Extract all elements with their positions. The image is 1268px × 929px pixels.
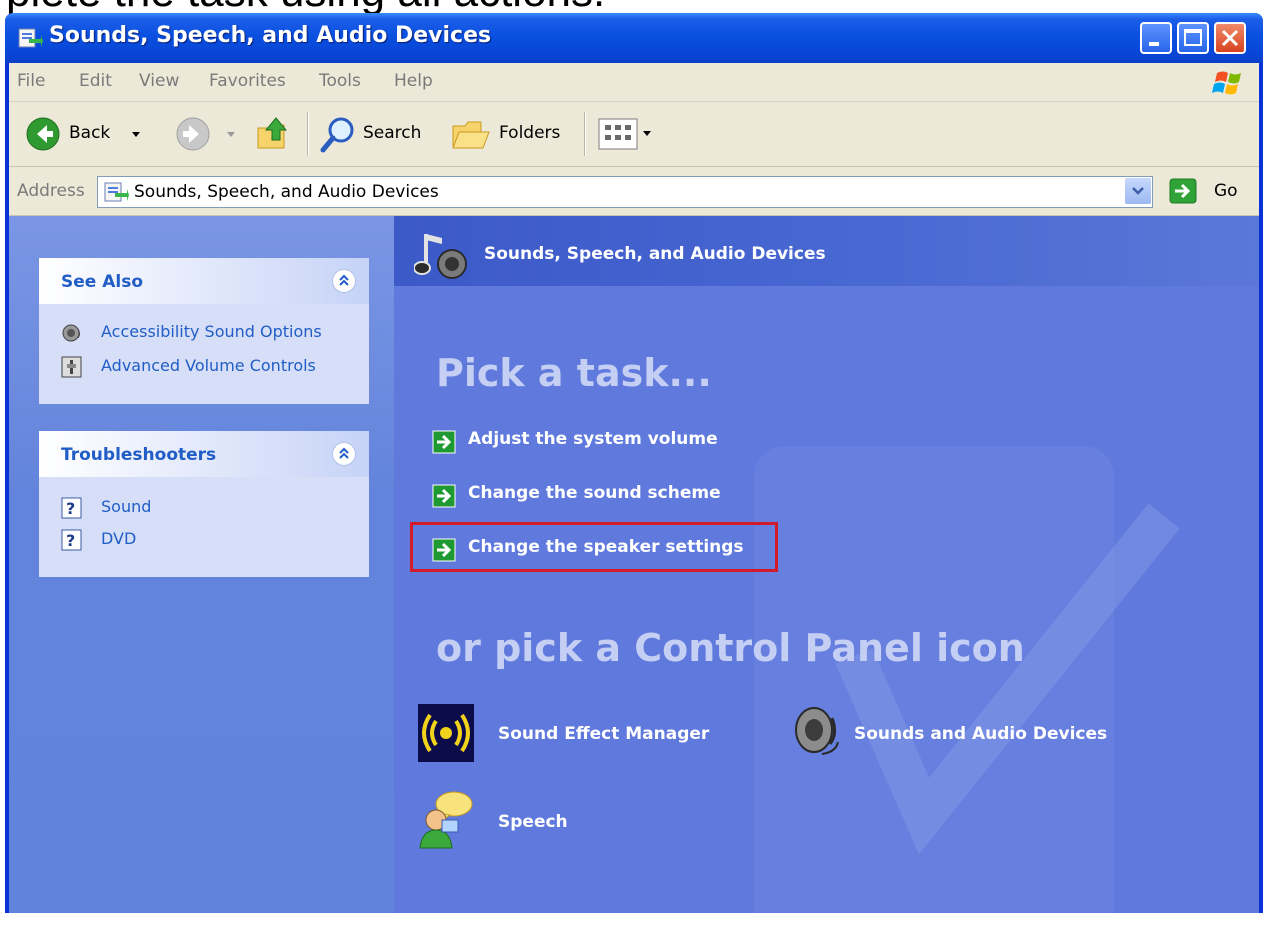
- explorer-window: Sounds, Speech, and Audio Devices File E…: [5, 13, 1263, 913]
- collapse-button[interactable]: [332, 269, 356, 293]
- task-adjust-volume[interactable]: Adjust the system volume: [432, 428, 752, 456]
- cp-icon-label: Sounds and Audio Devices: [854, 724, 1108, 744]
- folders-button[interactable]: Folders: [449, 114, 579, 154]
- collapse-button[interactable]: [332, 442, 356, 466]
- toolbar-separator: [307, 112, 309, 156]
- address-label: Address: [17, 181, 85, 201]
- close-icon: [1221, 29, 1239, 47]
- search-button[interactable]: Search: [317, 114, 447, 154]
- content-area: See Also Accessibility Sound Options Adv…: [9, 216, 1259, 913]
- task-label: Change the sound scheme: [468, 483, 721, 503]
- up-folder-button[interactable]: [254, 114, 300, 154]
- cp-icon-label: Speech: [498, 812, 568, 832]
- chevron-up-double-icon: [339, 274, 349, 286]
- menu-bar: File Edit View Favorites Tools Help: [9, 63, 1259, 102]
- see-also-panel: See Also Accessibility Sound Options Adv…: [39, 258, 369, 404]
- views-button[interactable]: [597, 116, 659, 152]
- close-button[interactable]: [1214, 22, 1246, 54]
- title-bar[interactable]: Sounds, Speech, and Audio Devices: [5, 13, 1263, 63]
- task-pane: See Also Accessibility Sound Options Adv…: [9, 216, 394, 913]
- svg-text:?: ?: [66, 531, 75, 550]
- see-also-header[interactable]: See Also: [39, 258, 369, 304]
- control-panel-icon: [18, 28, 43, 48]
- go-label: Go: [1214, 181, 1238, 201]
- go-button[interactable]: Go: [1169, 176, 1249, 206]
- green-arrow-icon: [432, 430, 456, 454]
- menu-help[interactable]: Help: [394, 71, 433, 91]
- menu-view[interactable]: View: [139, 71, 179, 91]
- caption-text: plete the task using all actions.: [6, 0, 605, 14]
- pick-task-heading: Pick a task...: [436, 351, 712, 395]
- menu-favorites[interactable]: Favorites: [209, 71, 286, 91]
- cp-icon-speech[interactable]: Speech: [418, 790, 618, 852]
- forward-button[interactable]: [169, 114, 239, 154]
- pick-icon-heading: or pick a Control Panel icon: [436, 626, 1025, 670]
- see-also-item-label: Accessibility Sound Options: [101, 322, 322, 341]
- maximize-button[interactable]: [1177, 22, 1209, 54]
- see-also-item-accessibility-sound[interactable]: Accessibility Sound Options: [61, 320, 361, 346]
- address-bar: Address Sounds, Speech, and Audio Device…: [9, 167, 1259, 216]
- cp-icon-label: Sound Effect Manager: [498, 724, 710, 744]
- forward-arrow-icon: [176, 117, 210, 151]
- address-input[interactable]: Sounds, Speech, and Audio Devices: [97, 176, 1153, 208]
- troubleshooters-header[interactable]: Troubleshooters: [39, 431, 369, 477]
- minimize-icon: [1149, 42, 1159, 46]
- volume-control-icon: [61, 356, 82, 378]
- sound-effect-icon: [418, 704, 474, 762]
- see-also-item-advanced-volume[interactable]: Advanced Volume Controls: [61, 354, 361, 380]
- control-panel-icon: [104, 182, 129, 202]
- category-title: Sounds, Speech, and Audio Devices: [484, 244, 826, 264]
- troubleshooter-item-sound[interactable]: ? Sound: [61, 495, 261, 521]
- up-folder-icon: [257, 117, 288, 149]
- category-header: Sounds, Speech, and Audio Devices: [394, 216, 1259, 286]
- svg-text:?: ?: [66, 499, 75, 518]
- folders-label: Folders: [499, 123, 561, 143]
- speaker-icon: [62, 324, 80, 342]
- dropdown-arrow-icon: [132, 132, 140, 137]
- minimize-button[interactable]: [1140, 22, 1172, 54]
- task-label: Adjust the system volume: [468, 429, 718, 449]
- see-also-title: See Also: [61, 272, 144, 292]
- chevron-down-icon: [1132, 187, 1144, 195]
- green-arrow-icon: [432, 484, 456, 508]
- cp-icon-sounds-and-audio-devices[interactable]: Sounds and Audio Devices: [792, 704, 1132, 766]
- speaker-icon: [795, 707, 839, 755]
- music-speaker-icon: [414, 234, 467, 279]
- help-icon: ?: [61, 529, 82, 551]
- cp-icon-sound-effect-manager[interactable]: Sound Effect Manager: [418, 704, 718, 766]
- address-dropdown-button[interactable]: [1125, 178, 1151, 204]
- help-icon: ?: [61, 497, 82, 519]
- views-grid-icon: [598, 118, 651, 150]
- back-button[interactable]: Back: [15, 114, 165, 154]
- dropdown-arrow-icon: [227, 132, 235, 137]
- menu-tools[interactable]: Tools: [319, 71, 361, 91]
- menu-file[interactable]: File: [17, 71, 45, 91]
- chevron-up-double-icon: [339, 447, 349, 459]
- menu-edit[interactable]: Edit: [79, 71, 112, 91]
- troubleshooters-panel: Troubleshooters ? Sound ? DVD: [39, 431, 369, 577]
- back-arrow-icon: [26, 117, 60, 151]
- highlight-box: [410, 522, 778, 572]
- go-arrow-icon: [1169, 178, 1197, 204]
- see-also-item-label: Advanced Volume Controls: [101, 356, 316, 375]
- speech-icon: [419, 791, 473, 849]
- task-change-sound-scheme[interactable]: Change the sound scheme: [432, 482, 752, 510]
- search-label: Search: [363, 123, 422, 143]
- standard-toolbar: Back Search Folders: [9, 102, 1259, 167]
- window-title: Sounds, Speech, and Audio Devices: [49, 23, 492, 48]
- address-value: Sounds, Speech, and Audio Devices: [134, 182, 439, 202]
- category-pane: Sounds, Speech, and Audio Devices Pick a…: [394, 216, 1259, 913]
- folders-icon: [452, 121, 490, 149]
- maximize-icon: [1184, 29, 1202, 46]
- troubleshooter-item-label: DVD: [101, 529, 137, 548]
- search-icon: [320, 117, 354, 153]
- troubleshooters-title: Troubleshooters: [61, 445, 217, 465]
- windows-logo-icon: [1205, 67, 1253, 99]
- toolbar-separator: [584, 112, 586, 156]
- back-label: Back: [69, 123, 111, 143]
- troubleshooter-item-label: Sound: [101, 497, 152, 516]
- troubleshooter-item-dvd[interactable]: ? DVD: [61, 527, 261, 553]
